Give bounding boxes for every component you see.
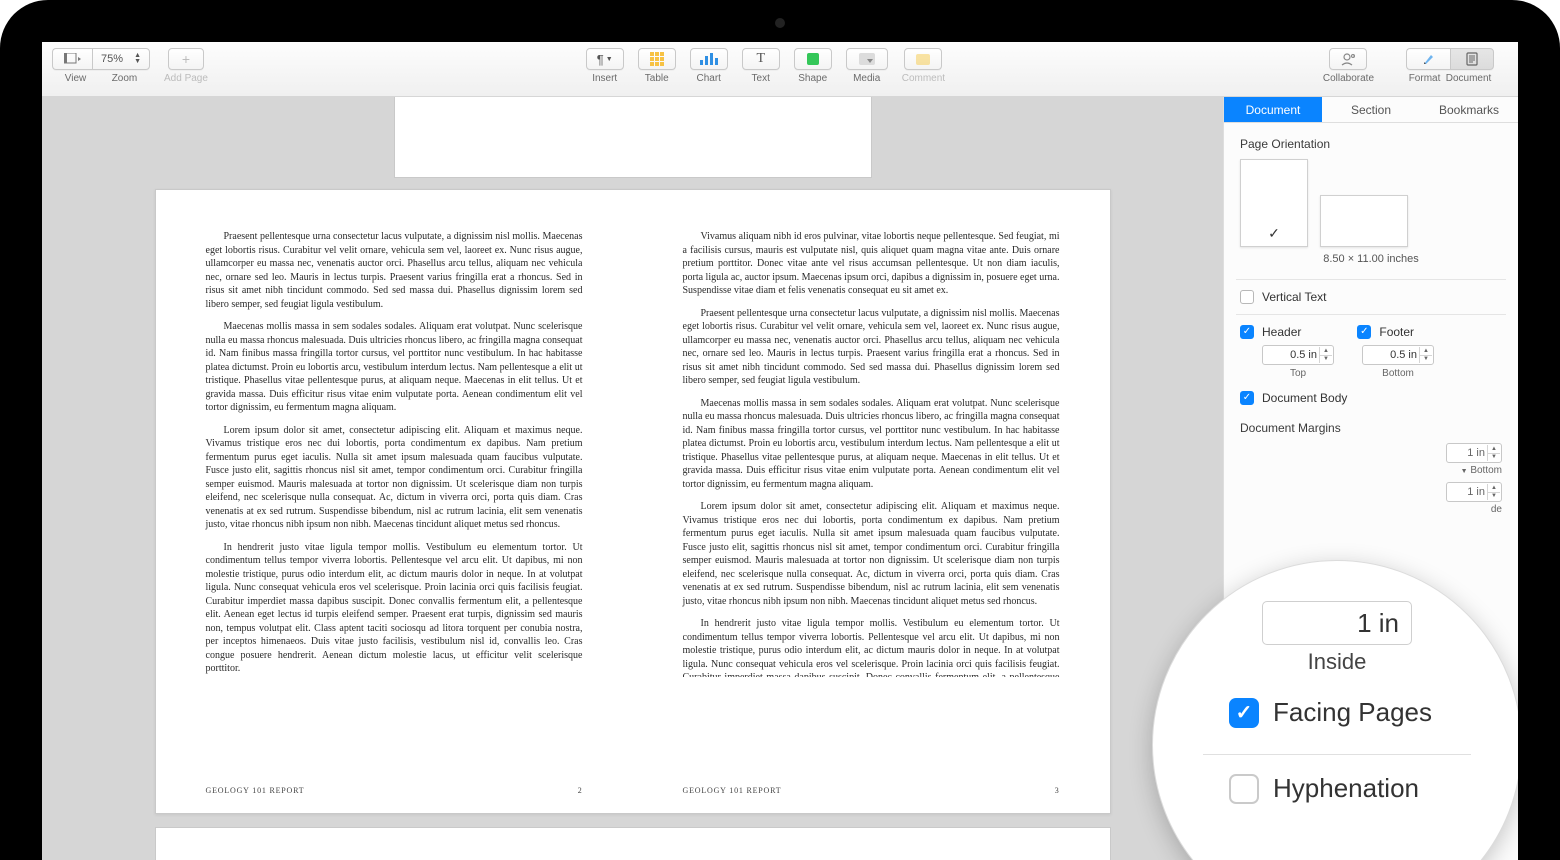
add-page-button[interactable]: +: [168, 48, 204, 70]
document-icon: [1466, 52, 1478, 66]
inside-margin-field[interactable]: 1 in: [1262, 601, 1412, 645]
stepper-icon[interactable]: ▲▼: [1419, 347, 1432, 363]
document-margins-label: Document Margins: [1240, 421, 1502, 435]
tab-bookmarks[interactable]: Bookmarks: [1420, 97, 1518, 122]
media-icon: [859, 53, 875, 65]
inside-margin-label: Inside: [1193, 649, 1481, 675]
media-label: Media: [853, 73, 880, 84]
right-page[interactable]: Vivamus aliquam nibh id eros pulvinar, v…: [633, 190, 1110, 813]
table-icon: [650, 52, 664, 66]
body-text: Maecenas mollis massa in sem sodales sod…: [683, 397, 1060, 492]
comment-icon: [916, 54, 930, 65]
vertical-text-label: Vertical Text: [1262, 290, 1326, 304]
stepper-icon[interactable]: ▲▼: [1319, 347, 1332, 363]
body-text: In hendrerit justo vitae ligula tempor m…: [206, 541, 583, 676]
view-zoom-group: 75% ▲▼ View Zoom: [52, 48, 150, 84]
add-page-label: Add Page: [164, 73, 208, 84]
zoom-label: Zoom: [112, 73, 138, 84]
zoom-callout: 1 in Inside Facing Pages Hyphenation: [1152, 560, 1518, 860]
insert-button[interactable]: ¶▼: [586, 48, 624, 70]
previous-page-sliver: [394, 97, 872, 178]
vertical-text-checkbox[interactable]: [1240, 290, 1254, 304]
zoom-stepper-icon: ▲▼: [134, 53, 141, 65]
body-text: Praesent pellentesque urna consectetur l…: [683, 307, 1060, 388]
toolbar: 75% ▲▼ View Zoom + Add Page ¶▼ Insert: [42, 42, 1518, 97]
facing-pages-label: Facing Pages: [1273, 697, 1432, 728]
format-label: Format: [1409, 73, 1441, 84]
chart-button[interactable]: [690, 48, 728, 70]
hyphenation-label: Hyphenation: [1273, 773, 1419, 804]
table-label: Table: [645, 73, 669, 84]
page-orientation-label: Page Orientation: [1240, 137, 1502, 151]
body-text: Vivamus aliquam nibh id eros pulvinar, v…: [683, 230, 1060, 298]
page-footer-title: GEOLOGY 101 REPORT: [206, 786, 305, 797]
collaborate-label: Collaborate: [1323, 73, 1374, 84]
margin-top-field[interactable]: 1 in▲▼: [1446, 443, 1502, 463]
body-text: Lorem ipsum dolor sit amet, consectetur …: [683, 500, 1060, 608]
margin-side-field[interactable]: 1 in▲▼: [1446, 482, 1502, 502]
facing-pages-checkbox[interactable]: [1229, 698, 1259, 728]
left-page[interactable]: Praesent pellentesque urna consectetur l…: [156, 190, 633, 813]
comment-label: Comment: [902, 73, 945, 84]
shape-label: Shape: [798, 73, 827, 84]
shape-button[interactable]: [794, 48, 832, 70]
orientation-landscape[interactable]: [1320, 195, 1408, 247]
media-button[interactable]: [846, 48, 888, 70]
stepper-icon[interactable]: ▲▼: [1487, 445, 1500, 461]
document-body-label: Document Body: [1262, 391, 1347, 405]
page-spread: Praesent pellentesque urna consectetur l…: [155, 189, 1111, 814]
zoom-value: 75%: [101, 53, 123, 65]
page-size-caption: 8.50 × 11.00 inches: [1240, 253, 1502, 265]
body-text: In hendrerit justo vitae ligula tempor m…: [683, 617, 1060, 677]
add-page-group: + Add Page: [164, 48, 208, 84]
shape-icon: [807, 53, 819, 65]
format-button[interactable]: [1406, 48, 1450, 70]
orientation-portrait[interactable]: [1240, 159, 1308, 247]
collaborate-button[interactable]: [1329, 48, 1367, 70]
footer-label: Footer: [1379, 325, 1414, 339]
text-label: Text: [752, 73, 770, 84]
header-checkbox[interactable]: [1240, 325, 1254, 339]
page-number: 2: [578, 786, 583, 797]
document-button[interactable]: [1450, 48, 1494, 70]
table-button[interactable]: [638, 48, 676, 70]
body-text: Lorem ipsum dolor sit amet, consectetur …: [206, 424, 583, 532]
text-button[interactable]: T: [742, 48, 780, 70]
document-label: Document: [1446, 73, 1492, 84]
page-number: 3: [1055, 786, 1060, 797]
view-label: View: [65, 73, 87, 84]
chart-label: Chart: [696, 73, 720, 84]
insert-label: Insert: [592, 73, 617, 84]
stepper-icon[interactable]: ▲▼: [1487, 484, 1500, 500]
header-label: Header: [1262, 325, 1301, 339]
body-text: Maecenas mollis massa in sem sodales sod…: [206, 320, 583, 415]
zoom-select[interactable]: 75% ▲▼: [92, 48, 150, 70]
chart-icon: [700, 53, 718, 65]
body-text: Praesent pellentesque urna consectetur l…: [206, 230, 583, 311]
page-footer-title: GEOLOGY 101 REPORT: [683, 786, 782, 797]
view-button[interactable]: [52, 48, 92, 70]
comment-button[interactable]: [904, 48, 942, 70]
header-top-sub: Top: [1290, 368, 1306, 379]
hyphenation-checkbox[interactable]: [1229, 774, 1259, 804]
document-canvas[interactable]: Praesent pellentesque urna consectetur l…: [42, 97, 1223, 860]
app-window: 75% ▲▼ View Zoom + Add Page ¶▼ Insert: [42, 42, 1518, 860]
header-top-field[interactable]: 0.5 in▲▼: [1262, 345, 1334, 365]
tab-document[interactable]: Document: [1224, 97, 1322, 122]
collaborate-icon: [1340, 52, 1356, 66]
laptop-frame: 75% ▲▼ View Zoom + Add Page ¶▼ Insert: [0, 0, 1560, 860]
footer-checkbox[interactable]: [1357, 325, 1371, 339]
inspector-tabs: Document Section Bookmarks: [1224, 97, 1518, 123]
format-icon: [1422, 52, 1436, 66]
tab-section[interactable]: Section: [1322, 97, 1420, 122]
footer-bottom-field[interactable]: 0.5 in▲▼: [1362, 345, 1434, 365]
next-page-sliver: [155, 827, 1111, 860]
footer-bottom-sub: Bottom: [1382, 368, 1414, 379]
document-body-checkbox[interactable]: [1240, 391, 1254, 405]
camera-dot: [775, 18, 785, 28]
